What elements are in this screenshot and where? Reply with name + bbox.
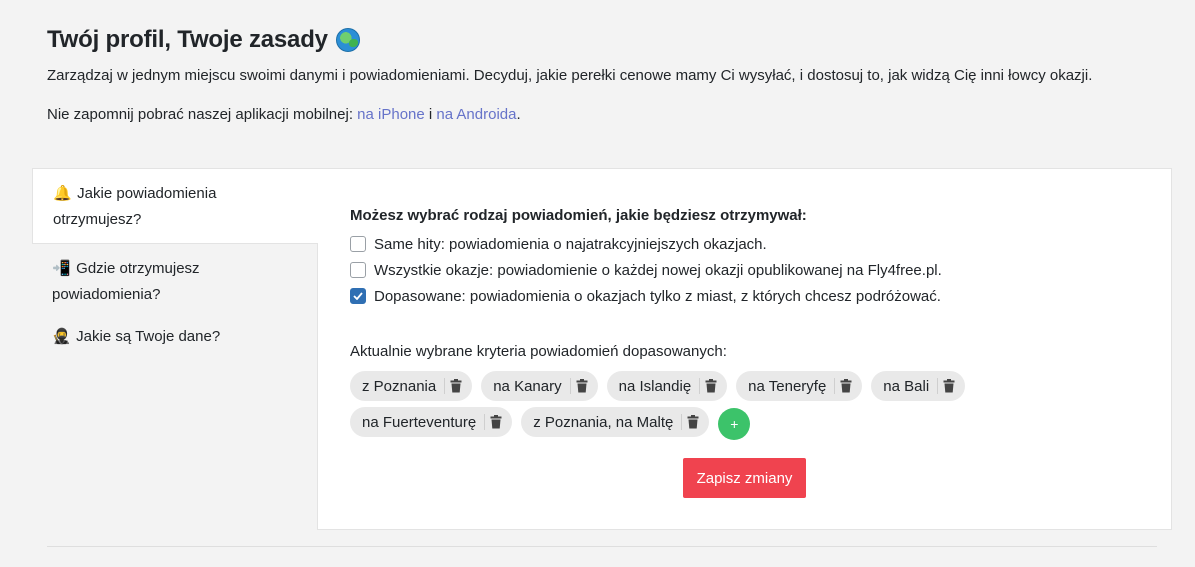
option-label: Dopasowane: powiadomienia o okazjach tyl…: [374, 287, 941, 305]
notification-options: Same hity: powiadomienia o najatrakcyjni…: [350, 231, 1150, 309]
option-label: Wszystkie okazje: powiadomienie o każdej…: [374, 261, 942, 279]
criteria-tag-label: z Poznania, na Maltę: [533, 413, 674, 431]
checkbox[interactable]: [350, 236, 366, 252]
criteria-tag: na Teneryfę: [736, 371, 863, 401]
notifications-form: Możesz wybrać rodzaj powiadomień, jakie …: [350, 205, 1150, 440]
criteria-tag: na Bali: [871, 371, 966, 401]
criteria-tag: na Islandię: [606, 371, 728, 401]
page-title: Twój profil, Twoje zasady: [47, 24, 1167, 56]
notifications-panel: Możesz wybrać rodzaj powiadomień, jakie …: [317, 168, 1172, 530]
tag-separator: [444, 378, 446, 394]
intro-text: Zarządzaj w jednym miejscu swoimi danymi…: [47, 67, 1093, 84]
checkbox[interactable]: [350, 262, 366, 278]
tag-separator: [834, 378, 836, 394]
android-app-link[interactable]: na Androida: [436, 106, 516, 123]
trash-icon[interactable]: [450, 379, 462, 393]
trash-icon[interactable]: [490, 415, 502, 429]
profile-sidebar: 🔔 Jakie powiadomienia otrzymujesz? 📲 Gdz…: [32, 168, 318, 350]
app-download-prefix: Nie zapomnij pobrać naszej aplikacji mob…: [47, 106, 358, 123]
bell-icon: 🔔: [53, 185, 72, 202]
save-button[interactable]: Zapisz zmiany: [683, 458, 806, 498]
add-criteria-button[interactable]: +: [718, 408, 751, 440]
criteria-tag-label: na Bali: [883, 377, 930, 395]
sidebar-item-label: Jakie powiadomienia otrzymujesz?: [53, 185, 217, 228]
tag-separator: [484, 414, 486, 430]
notification-type-heading: Możesz wybrać rodzaj powiadomień, jakie …: [350, 207, 807, 224]
checkbox[interactable]: [350, 288, 366, 304]
footer-divider: [47, 546, 1157, 547]
app-download-suffix: .: [516, 106, 521, 123]
criteria-tag-label: na Kanary: [493, 377, 562, 395]
tag-separator: [569, 378, 571, 394]
trash-icon[interactable]: [705, 379, 717, 393]
criteria-tag-label: na Fuerteventurę: [362, 413, 477, 431]
notification-option[interactable]: Wszystkie okazje: powiadomienie o każdej…: [350, 257, 1150, 283]
app-download-line: Nie zapomnij pobrać naszej aplikacji mob…: [47, 104, 1167, 126]
criteria-tags: z Poznania na Kanary na Islandię na Teneryf…: [350, 371, 990, 440]
sidebar-item-channels[interactable]: 📲 Gdzie otrzymujesz powiadomienia?: [32, 244, 318, 324]
tag-separator: [699, 378, 701, 394]
notification-option[interactable]: Dopasowane: powiadomienia o okazjach tyl…: [350, 283, 1150, 309]
iphone-app-link[interactable]: na iPhone: [357, 106, 425, 123]
criteria-tag: z Poznania: [350, 371, 473, 401]
trash-icon[interactable]: [576, 379, 588, 393]
tag-separator: [681, 414, 683, 430]
criteria-tag: na Fuerteventurę: [350, 407, 513, 437]
option-label: Same hity: powiadomienia o najatrakcyjni…: [374, 235, 767, 253]
criteria-tag: na Kanary: [481, 371, 598, 401]
trash-icon[interactable]: [840, 379, 852, 393]
sidebar-item-label: Gdzie otrzymujesz powiadomienia?: [52, 260, 200, 303]
mobile-phone-icon: 📲: [52, 260, 71, 277]
check-icon: [353, 292, 363, 300]
criteria-tag-label: na Teneryfę: [748, 377, 827, 395]
criteria-label: Aktualnie wybrane kryteria powiadomień d…: [350, 343, 727, 360]
trash-icon[interactable]: [687, 415, 699, 429]
app-download-and: i: [424, 106, 437, 123]
tag-separator: [937, 378, 939, 394]
notification-option[interactable]: Same hity: powiadomienia o najatrakcyjni…: [350, 231, 1150, 257]
page-header: Twój profil, Twoje zasady Zarządzaj w je…: [47, 24, 1167, 126]
ninja-icon: 🥷: [52, 328, 71, 345]
criteria-tag-label: z Poznania: [362, 377, 437, 395]
criteria-tag-label: na Islandię: [618, 377, 692, 395]
sidebar-item-notifications[interactable]: 🔔 Jakie powiadomienia otrzymujesz?: [32, 168, 318, 244]
sidebar-item-label: Jakie są Twoje dane?: [76, 328, 221, 345]
criteria-tag: z Poznania, na Maltę: [521, 407, 710, 437]
sidebar-item-personal-data[interactable]: 🥷 Jakie są Twoje dane?: [32, 324, 318, 350]
trash-icon[interactable]: [943, 379, 955, 393]
globe-icon: [335, 28, 360, 52]
page-title-text: Twój profil, Twoje zasady: [47, 26, 328, 53]
